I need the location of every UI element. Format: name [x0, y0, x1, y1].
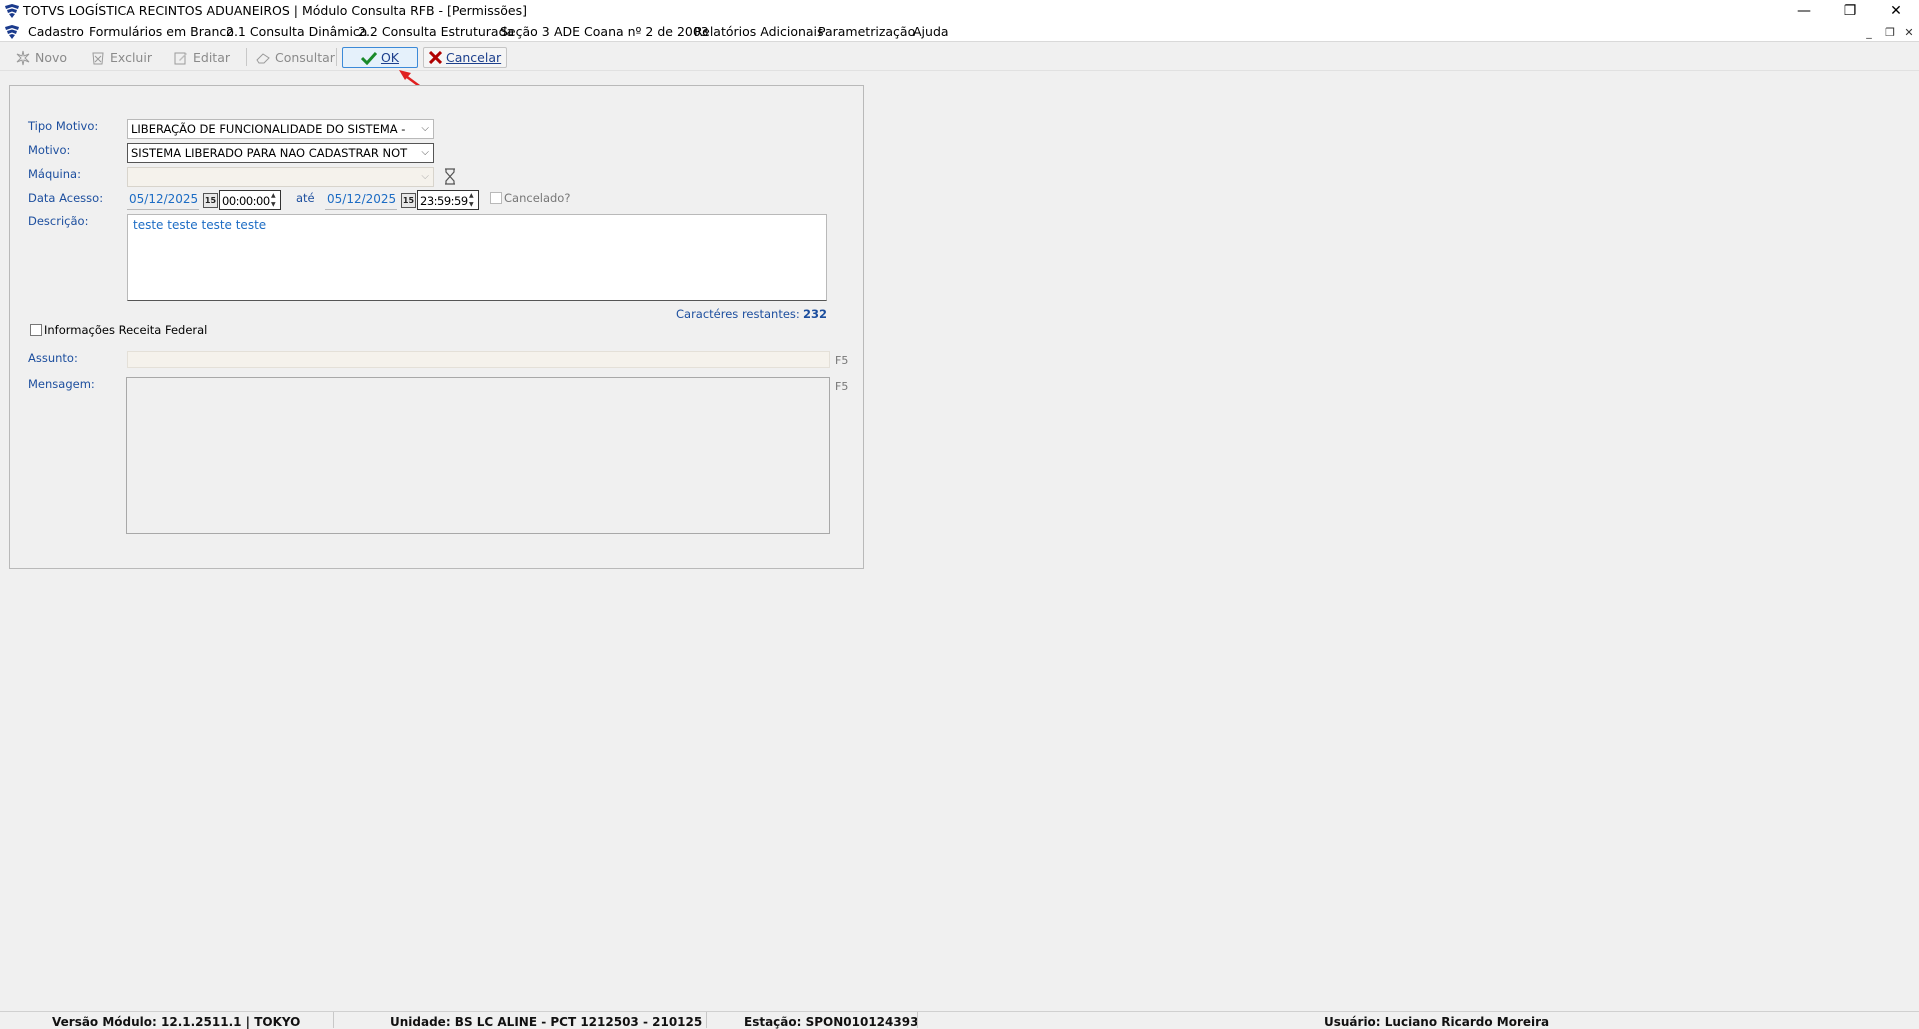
menu-secao-3[interactable]: Seção 3	[500, 24, 550, 39]
cancelar-button[interactable]: Cancelar	[423, 47, 508, 68]
toolbar-separator	[246, 48, 247, 66]
menu-ade-coana[interactable]: ADE Coana nº 2 de 2003	[554, 24, 709, 39]
mensagem-label: Mensagem:	[28, 377, 95, 391]
mdi-minimize-icon[interactable]: _	[1862, 25, 1876, 39]
consultar-button[interactable]: Consultar	[250, 47, 340, 68]
checkmark-icon	[360, 51, 377, 65]
maquina-label: Máquina:	[28, 167, 81, 181]
menu-bar: Cadastro Formulários em Branco 2.1 Consu…	[0, 22, 1919, 42]
ok-button[interactable]: OK	[342, 47, 418, 68]
chevron-down-icon: ⌵	[421, 147, 429, 158]
mensagem-f5-hint: F5	[835, 380, 849, 393]
toolbar-separator	[336, 48, 337, 66]
consultar-label: Consultar	[275, 50, 335, 65]
minimize-button[interactable]: —	[1781, 0, 1827, 22]
chevron-down-icon: ⌵	[421, 123, 429, 134]
new-icon	[16, 50, 30, 65]
novo-label: Novo	[35, 50, 68, 65]
eraser-icon	[256, 52, 270, 63]
descricao-label: Descrição:	[28, 214, 89, 228]
close-button[interactable]: ✕	[1873, 0, 1919, 22]
maquina-select[interactable]: ⌵	[127, 167, 434, 187]
motivo-select[interactable]: SISTEMA LIBERADO PARA NAO CADASTRAR NOT …	[127, 143, 434, 163]
title-bar: TOTVS LOGÍSTICA RECINTOS ADUANEIROS | Mó…	[0, 0, 1919, 22]
mdi-restore-icon[interactable]: ❐	[1883, 25, 1897, 39]
time-from-value: 00:00:00	[222, 194, 270, 208]
tipo-motivo-value: LIBERAÇÃO DE FUNCIONALIDADE DO SISTEMA -	[131, 122, 406, 136]
motivo-value: SISTEMA LIBERADO PARA NAO CADASTRAR NOT	[131, 146, 408, 160]
calendar-icon[interactable]: 15	[203, 193, 218, 208]
menu-consulta-estruturada[interactable]: 2.2 Consulta Estruturada	[358, 24, 514, 39]
status-bar: Versão Módulo: 12.1.2511.1 | TOKYO Unida…	[0, 1011, 1919, 1029]
delete-icon	[92, 52, 104, 64]
chevron-down-icon: ⌵	[421, 171, 429, 182]
descricao-value: teste teste teste teste	[133, 218, 267, 232]
window-title: TOTVS LOGÍSTICA RECINTOS ADUANEIROS | Mó…	[23, 3, 527, 18]
menu-ajuda[interactable]: Ajuda	[913, 24, 949, 39]
novo-button[interactable]: Novo	[10, 47, 72, 68]
caracteres-restantes-label: Caractéres restantes:	[676, 307, 800, 321]
assunto-input[interactable]	[127, 351, 830, 368]
editar-label: Editar	[193, 50, 231, 65]
toolbar: Novo Excluir Editar Consultar OK Cancela…	[0, 43, 1919, 71]
data-acesso-label: Data Acesso:	[28, 191, 104, 205]
hourglass-icon[interactable]	[443, 168, 457, 185]
status-separator	[706, 1012, 707, 1028]
calendar-icon[interactable]: 15	[401, 193, 416, 208]
status-separator	[333, 1012, 334, 1028]
excluir-button[interactable]: Excluir	[85, 47, 157, 68]
date-from-input[interactable]: 05/12/2025	[127, 190, 199, 210]
time-to-input[interactable]: 23:59:59 ▲ ▼	[417, 190, 479, 210]
spinner-icon[interactable]: ▲ ▼	[267, 191, 279, 209]
status-separator	[917, 1012, 918, 1028]
assunto-f5-hint: F5	[835, 354, 849, 367]
cancelado-label: Cancelado?	[504, 191, 571, 205]
app-menu-icon[interactable]	[4, 24, 20, 40]
descricao-textarea[interactable]: teste teste teste teste	[127, 214, 827, 301]
assunto-label: Assunto:	[28, 351, 78, 365]
time-to-value: 23:59:59	[420, 194, 468, 208]
mdi-close-icon[interactable]: ✕	[1902, 25, 1916, 39]
motivo-label: Motivo:	[28, 143, 71, 157]
ok-label: OK	[380, 50, 400, 65]
info-receita-label: Informações Receita Federal	[44, 323, 208, 337]
cancel-x-icon	[429, 51, 442, 64]
tipo-motivo-select[interactable]: LIBERAÇÃO DE FUNCIONALIDADE DO SISTEMA -…	[127, 119, 434, 139]
menu-parametrizacao[interactable]: Parametrização	[818, 24, 915, 39]
info-receita-checkbox[interactable]	[30, 324, 42, 336]
date-to-input[interactable]: 05/12/2025	[325, 190, 397, 210]
app-logo-icon	[5, 4, 19, 18]
spinner-icon[interactable]: ▲ ▼	[465, 191, 477, 209]
menu-relatorios-adicionais[interactable]: Relatórios Adicionais	[694, 24, 824, 39]
tipo-motivo-label: Tipo Motivo:	[28, 119, 99, 133]
menu-cadastro[interactable]: Cadastro	[28, 24, 84, 39]
cancelado-checkbox[interactable]	[490, 192, 502, 204]
menu-consulta-dinamica[interactable]: 2.1 Consulta Dinâmica	[226, 24, 367, 39]
maximize-button[interactable]: ❐	[1827, 0, 1873, 22]
ate-label: até	[296, 191, 315, 205]
menu-formularios-em-branco[interactable]: Formulários em Branco	[89, 24, 234, 39]
edit-icon	[174, 52, 187, 64]
editar-button[interactable]: Editar	[168, 47, 235, 68]
mensagem-textarea[interactable]	[126, 377, 830, 534]
caracteres-restantes-value: 232	[803, 307, 828, 321]
cancelar-label: Cancelar	[446, 50, 502, 65]
excluir-label: Excluir	[110, 50, 152, 65]
form-panel: Tipo Motivo: LIBERAÇÃO DE FUNCIONALIDADE…	[9, 85, 864, 569]
time-from-input[interactable]: 00:00:00 ▲ ▼	[219, 190, 281, 210]
